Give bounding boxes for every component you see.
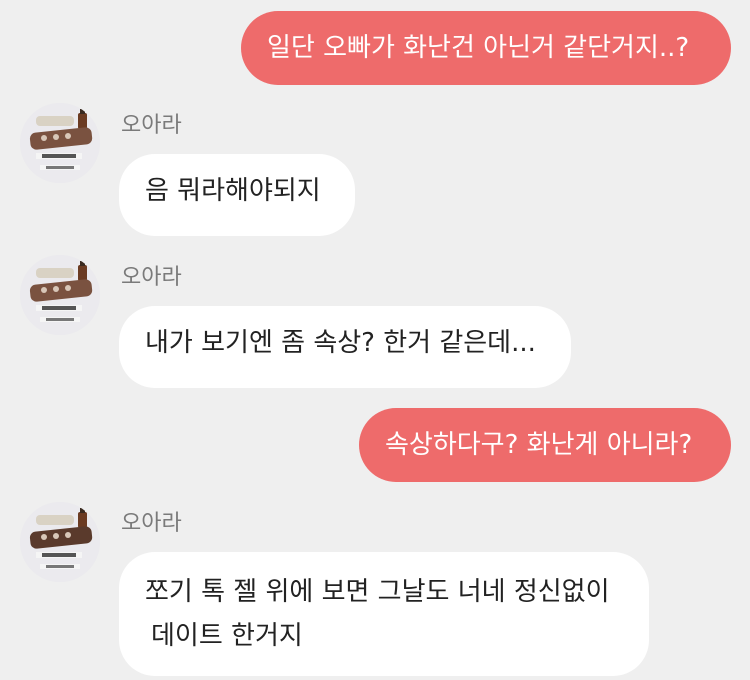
message-text: 내가 보기엔 좀 속상? 한거 같은데... xyxy=(145,328,536,358)
avatar-image xyxy=(20,502,100,582)
message-bubble-outgoing[interactable]: 일단 오빠가 화난건 아닌거 같단거지..? xyxy=(241,11,731,85)
sender-name: 오아라 xyxy=(121,511,182,536)
message-bubble-outgoing[interactable]: 속상하다구? 화난게 아니라? xyxy=(359,408,731,482)
message-bubble-incoming[interactable]: 내가 보기엔 좀 속상? 한거 같은데... xyxy=(119,306,571,388)
chat-thread[interactable]: 일단 오빠가 화난건 아닌거 같단거지..? 오아라 음 뭐라해야되지 오아라 … xyxy=(0,0,750,680)
sender-name: 오아라 xyxy=(121,113,182,138)
avatar-image xyxy=(20,103,100,183)
message-text: 음 뭐라해야되지 xyxy=(145,176,321,206)
avatar-image xyxy=(20,255,100,335)
message-text-line: 데이트 한거지 xyxy=(151,621,303,651)
message-text-line: 쪼기 톡 젤 위에 보면 그날도 너네 정신없이 xyxy=(145,577,610,607)
message-bubble-incoming[interactable]: 음 뭐라해야되지 xyxy=(119,154,355,236)
sender-avatar[interactable] xyxy=(20,502,100,582)
sender-avatar[interactable] xyxy=(20,255,100,335)
message-bubble-incoming[interactable]: 쪼기 톡 젤 위에 보면 그날도 너네 정신없이 데이트 한거지 xyxy=(119,552,649,676)
message-text: 속상하다구? 화난게 아니라? xyxy=(385,430,693,460)
sender-name: 오아라 xyxy=(121,265,182,290)
sender-avatar[interactable] xyxy=(20,103,100,183)
message-text: 일단 오빠가 화난건 아닌거 같단거지..? xyxy=(267,33,690,63)
